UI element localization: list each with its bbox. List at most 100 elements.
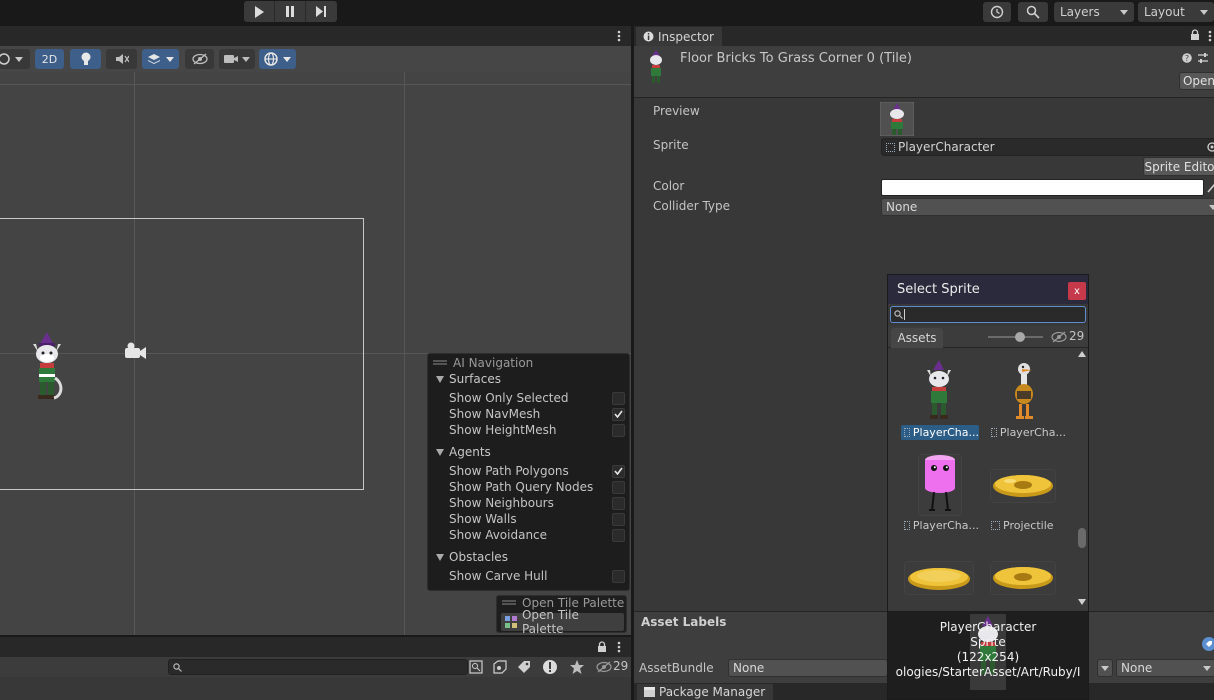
hidden-count: 29 xyxy=(613,659,629,673)
step-button[interactable] xyxy=(306,1,337,22)
sprite-thumbnail[interactable] xyxy=(918,454,962,516)
toggle-show-neighbours[interactable]: Show Neighbours xyxy=(428,495,629,511)
scene-toolbar: 2D xyxy=(0,46,631,72)
settings-sliders-icon[interactable] xyxy=(1197,52,1209,64)
history-button[interactable] xyxy=(983,2,1011,22)
toggle-show-path-query-nodes[interactable]: Show Path Query Nodes xyxy=(428,479,629,495)
checkbox[interactable] xyxy=(612,569,625,583)
select-sprite-titlebar[interactable]: Select Sprite xyxy=(888,275,1088,304)
scrollbar-thumb[interactable] xyxy=(1078,528,1086,548)
section-agents[interactable]: Agents xyxy=(428,444,629,460)
sprite-item-label[interactable]: Projectile xyxy=(988,518,1066,533)
ai-navigation-header[interactable]: AI Navigation xyxy=(428,355,629,371)
checkbox[interactable] xyxy=(612,512,625,526)
player-character-sprite[interactable] xyxy=(28,332,66,410)
open-tile-palette-button[interactable]: Open Tile Palette xyxy=(501,608,624,636)
object-picker-icon[interactable] xyxy=(1207,142,1214,152)
checkbox[interactable] xyxy=(612,407,625,421)
asset-bundle-variant-dropdown[interactable]: None xyxy=(1116,659,1214,677)
sprite-item-label[interactable] xyxy=(901,603,979,610)
scroll-up-icon[interactable] xyxy=(1078,351,1086,357)
sprite-thumbnail[interactable] xyxy=(904,561,974,595)
type-filter-icon[interactable] xyxy=(493,660,507,674)
foldout-arrow-icon[interactable] xyxy=(436,375,444,383)
error-filter-icon[interactable] xyxy=(542,659,558,675)
scene-camera-dropdown[interactable] xyxy=(219,49,255,69)
toggle-show-only-selected[interactable]: Show Only Selected xyxy=(428,390,629,406)
foldout-arrow-icon[interactable] xyxy=(436,448,444,456)
asset-bundle-dropdown-caret[interactable] xyxy=(1097,659,1113,677)
tab-inspector[interactable]: Inspector xyxy=(636,27,722,46)
section-obstacles[interactable]: Obstacles xyxy=(428,549,629,565)
drag-handle-icon[interactable] xyxy=(433,360,447,366)
lock-icon[interactable] xyxy=(597,641,607,653)
sprite-thumbnail[interactable] xyxy=(922,360,956,424)
shading-mode-dropdown[interactable] xyxy=(0,49,30,69)
drag-handle-icon[interactable] xyxy=(502,600,516,606)
2d-mode-toggle[interactable]: 2D xyxy=(35,49,64,69)
sprite-thumbnail[interactable] xyxy=(990,561,1056,595)
sprite-item-label[interactable]: PlayerCha... xyxy=(988,425,1066,440)
toggle-show-walls[interactable]: Show Walls xyxy=(428,511,629,527)
collider-type-dropdown[interactable]: None xyxy=(881,198,1214,216)
section-surfaces[interactable]: Surfaces xyxy=(428,371,629,387)
close-button[interactable]: x xyxy=(1068,282,1086,300)
eye-slash-icon[interactable] xyxy=(1051,331,1067,343)
checkbox[interactable] xyxy=(612,423,625,437)
tab-package-manager[interactable]: Package Manager xyxy=(637,684,774,700)
toggle-show-heightmesh[interactable]: Show HeightMesh xyxy=(428,422,629,438)
console-search-input[interactable] xyxy=(168,659,468,675)
slider-handle[interactable] xyxy=(1015,332,1025,342)
pause-button[interactable] xyxy=(275,1,306,22)
console-tab-bar xyxy=(0,637,631,657)
tab-assets[interactable]: Assets xyxy=(891,328,943,348)
sprite-item-label[interactable]: PlayerCha... xyxy=(901,425,979,440)
sprite-thumbnail[interactable] xyxy=(990,469,1056,503)
eyedropper-icon[interactable] xyxy=(1207,181,1214,193)
sprite-search-input[interactable] xyxy=(890,306,1086,323)
more-menu-icon[interactable] xyxy=(614,640,624,654)
layers-dropdown[interactable]: Layers xyxy=(1054,2,1134,22)
sprite-object-field[interactable]: PlayerCharacter xyxy=(881,138,1214,156)
sprite-item-label[interactable] xyxy=(988,603,1066,610)
filter-icon[interactable] xyxy=(469,660,483,674)
audio-toggle[interactable] xyxy=(106,49,137,69)
checkbox[interactable] xyxy=(612,528,625,542)
camera-gizmo-icon[interactable] xyxy=(122,341,148,363)
scroll-down-icon[interactable] xyxy=(1078,599,1086,605)
lock-icon[interactable] xyxy=(1190,29,1200,41)
effects-dropdown[interactable] xyxy=(142,49,179,69)
toggle-show-navmesh[interactable]: Show NavMesh xyxy=(428,406,629,422)
foldout-arrow-icon[interactable] xyxy=(436,553,444,561)
search-button[interactable] xyxy=(1018,2,1048,22)
sprite-item-label[interactable]: PlayerCha... xyxy=(901,518,979,533)
gizmos-dropdown[interactable] xyxy=(259,49,296,69)
open-button[interactable]: Open xyxy=(1179,72,1214,90)
star-icon[interactable] xyxy=(569,659,585,675)
sprite-thumbnail[interactable] xyxy=(1009,361,1039,423)
checkbox[interactable] xyxy=(612,496,625,510)
help-icon[interactable]: ? xyxy=(1182,53,1192,63)
checkbox[interactable] xyxy=(612,464,625,478)
more-menu-icon[interactable] xyxy=(1206,29,1214,43)
toggle-show-path-polygons[interactable]: Show Path Polygons xyxy=(428,463,629,479)
eye-slash-icon[interactable] xyxy=(596,661,612,673)
tag-icon[interactable] xyxy=(517,660,531,674)
hidden-objects-toggle[interactable] xyxy=(185,49,214,69)
sprite-info-path: ologies/StarterAsset/Art/Ruby/I xyxy=(895,665,1081,679)
camera-icon xyxy=(224,55,250,63)
preview-thumbnail[interactable] xyxy=(880,102,914,136)
toggle-show-carve-hull[interactable]: Show Carve Hull xyxy=(428,568,629,584)
color-field[interactable] xyxy=(881,179,1204,196)
checkbox[interactable] xyxy=(612,480,625,494)
lighting-toggle[interactable] xyxy=(70,49,101,69)
sprite-grid-scrollbar[interactable] xyxy=(1076,348,1088,610)
label-tag-icon[interactable] xyxy=(1202,637,1214,651)
toggle-show-avoidance[interactable]: Show Avoidance xyxy=(428,527,629,543)
asset-bundle-dropdown[interactable]: None xyxy=(728,659,888,677)
sprite-editor-button[interactable]: Sprite Editor xyxy=(1143,157,1214,176)
layout-dropdown[interactable]: Layout xyxy=(1138,2,1214,22)
checkbox[interactable] xyxy=(612,391,625,405)
play-button[interactable] xyxy=(244,1,275,22)
more-menu-icon[interactable] xyxy=(614,29,624,43)
